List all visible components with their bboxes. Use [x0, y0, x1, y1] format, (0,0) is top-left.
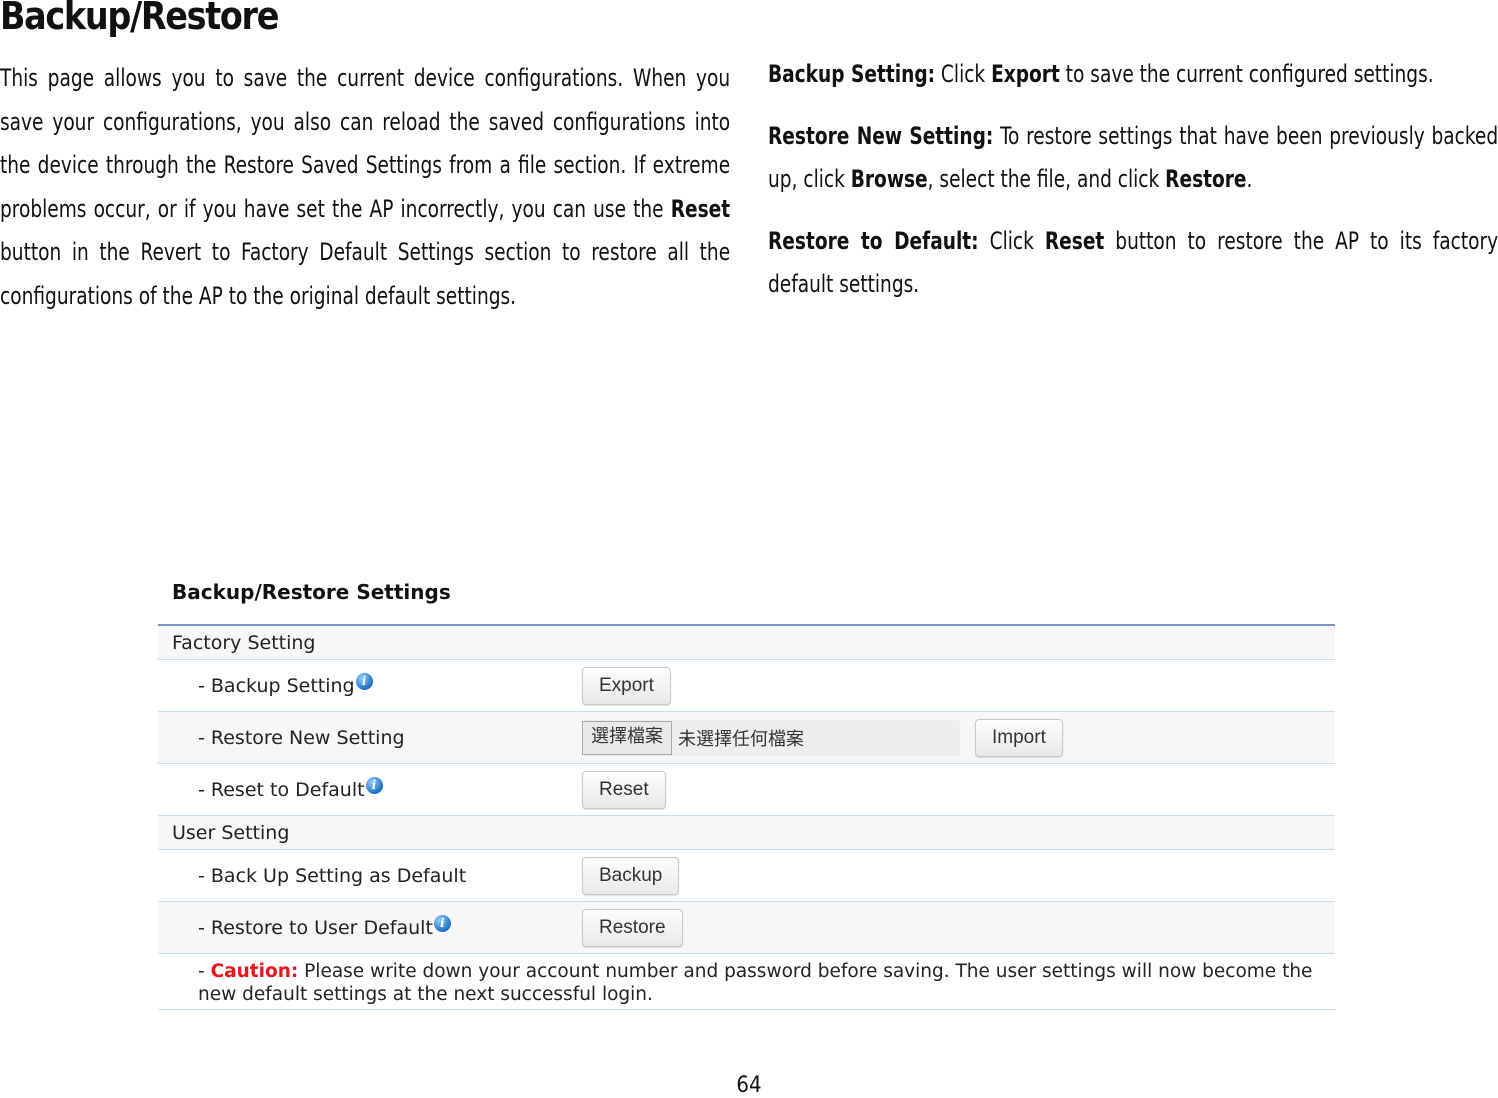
label-text: - Back Up Setting as Default	[198, 864, 467, 887]
desc-term: Backup Setting:	[768, 60, 936, 88]
file-status-text: 未選擇任何檔案	[678, 728, 804, 750]
desc-backup-setting: Backup Setting: Click Export to save the…	[768, 53, 1498, 97]
row-label: - Restore New Setting	[158, 727, 582, 749]
row-restore-new-setting: - Restore New Setting 選擇檔案 未選擇任何檔案 Impor…	[158, 712, 1335, 764]
desc-restore-to-default: Restore to Default: Click Reset button t…	[768, 220, 1498, 307]
backup-restore-screenshot: Backup/Restore Settings Factory Setting …	[158, 572, 1335, 1010]
desc-bold: Browse	[850, 165, 928, 194]
label-text: - Restore New Setting	[198, 726, 405, 749]
desc-bold: Reset	[1044, 226, 1105, 255]
label-text: - Backup Setting	[198, 674, 355, 697]
desc-text: .	[1246, 165, 1253, 194]
intro-column: This page allows you to save the current…	[0, 57, 730, 319]
row-label: - Reset to Default i	[158, 777, 582, 801]
backup-button[interactable]: Backup	[582, 856, 680, 895]
row-restore-user-default: - Restore to User Default i Restore	[158, 902, 1335, 954]
caution-text-block: - Caution: Please write down your accoun…	[198, 960, 1335, 1006]
settings-table: Factory Setting - Backup Setting i Export…	[158, 624, 1335, 1010]
label-text: - Reset to Default	[198, 778, 365, 801]
restore-button[interactable]: Restore	[582, 908, 683, 947]
row-backup-as-default: - Back Up Setting as Default Backup	[158, 850, 1335, 902]
caution-label: Caution:	[210, 961, 299, 982]
desc-text: Click	[935, 60, 992, 88]
reset-button[interactable]: Reset	[582, 770, 666, 809]
caution-prefix: -	[198, 961, 211, 982]
settings-panel-title: Backup/Restore Settings	[172, 580, 451, 604]
desc-bold: Restore	[1165, 165, 1247, 194]
row-backup-setting: - Backup Setting i Export	[158, 660, 1335, 712]
row-reset-to-default: - Reset to Default i Reset	[158, 764, 1335, 816]
file-input[interactable]: 選擇檔案 未選擇任何檔案	[582, 719, 960, 756]
label-text: - Restore to User Default	[198, 916, 433, 939]
desc-text: , select the file, and click	[927, 165, 1166, 194]
desc-term: Restore to Default:	[768, 226, 979, 255]
intro-bold-reset: Reset	[670, 194, 731, 223]
descriptions-column: Backup Setting: Click Export to save the…	[768, 53, 1498, 325]
info-icon[interactable]: i	[355, 673, 373, 690]
choose-file-button[interactable]: 選擇檔案	[582, 720, 672, 755]
desc-bold: Export	[991, 60, 1060, 88]
row-label: - Restore to User Default i	[158, 915, 582, 939]
caution-note: - Caution: Please write down your accoun…	[158, 954, 1335, 1010]
intro-text-1: This page allows you to save the current…	[0, 64, 731, 223]
section-factory-setting: Factory Setting	[158, 626, 1335, 660]
import-button[interactable]: Import	[975, 718, 1063, 757]
section-user-setting: User Setting	[158, 816, 1335, 850]
page-title: Backup/Restore	[0, 0, 279, 38]
intro-paragraph: This page allows you to save the current…	[0, 57, 730, 319]
intro-text-2: button in the Revert to Factory Default …	[0, 238, 731, 310]
desc-restore-new-setting: Restore New Setting: To restore settings…	[768, 115, 1498, 202]
info-icon[interactable]: i	[365, 777, 383, 794]
caution-text: Please write down your account number an…	[198, 961, 1313, 1005]
row-label: - Back Up Setting as Default	[158, 865, 582, 887]
desc-text: to save the current configured settings.	[1059, 60, 1434, 88]
page-number: 64	[736, 1073, 762, 1098]
desc-term: Restore New Setting:	[768, 121, 994, 150]
info-icon[interactable]: i	[433, 915, 451, 932]
export-button[interactable]: Export	[582, 666, 671, 705]
row-label: - Backup Setting i	[158, 673, 582, 697]
desc-text: Click	[978, 226, 1045, 255]
